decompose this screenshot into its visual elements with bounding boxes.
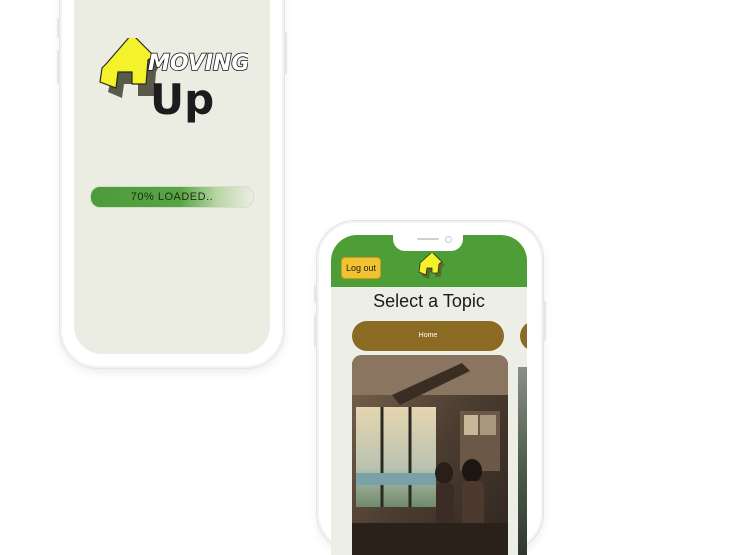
logo-word-up: Up bbox=[150, 75, 214, 124]
topic-button-next[interactable] bbox=[520, 321, 527, 351]
page-title: Select a Topic bbox=[373, 291, 485, 311]
phone-volume-button bbox=[314, 315, 317, 347]
loading-phone-frame: MOVING Up 70% LOADED.. bbox=[57, 0, 287, 368]
phone-notch bbox=[393, 235, 463, 251]
phone-power-button bbox=[284, 32, 287, 74]
phone-side-button bbox=[57, 18, 60, 38]
moving-up-logo: MOVING Up bbox=[99, 38, 248, 124]
loading-progress-bar: 70% LOADED.. bbox=[90, 186, 254, 208]
next-topic-photo[interactable] bbox=[518, 367, 527, 555]
phone-power-button bbox=[543, 301, 546, 341]
logo-word-moving: MOVING bbox=[148, 51, 248, 76]
topic-phone-frame: Log out Select a Topic Home bbox=[314, 221, 546, 555]
loading-screen: MOVING Up 70% LOADED.. bbox=[74, 0, 270, 354]
topic-screen: Log out Select a Topic Home bbox=[331, 235, 527, 555]
phone-side-button bbox=[314, 285, 317, 303]
phone-volume-button bbox=[57, 50, 60, 84]
home-topic-photo[interactable] bbox=[352, 355, 508, 555]
front-camera bbox=[445, 236, 452, 243]
logout-button[interactable]: Log out bbox=[341, 257, 382, 279]
topic-button-home[interactable]: Home bbox=[352, 321, 504, 351]
speaker-grille bbox=[417, 238, 439, 240]
house-arrow-logo-icon bbox=[418, 253, 445, 279]
loading-progress-label: 70% LOADED.. bbox=[130, 191, 214, 203]
